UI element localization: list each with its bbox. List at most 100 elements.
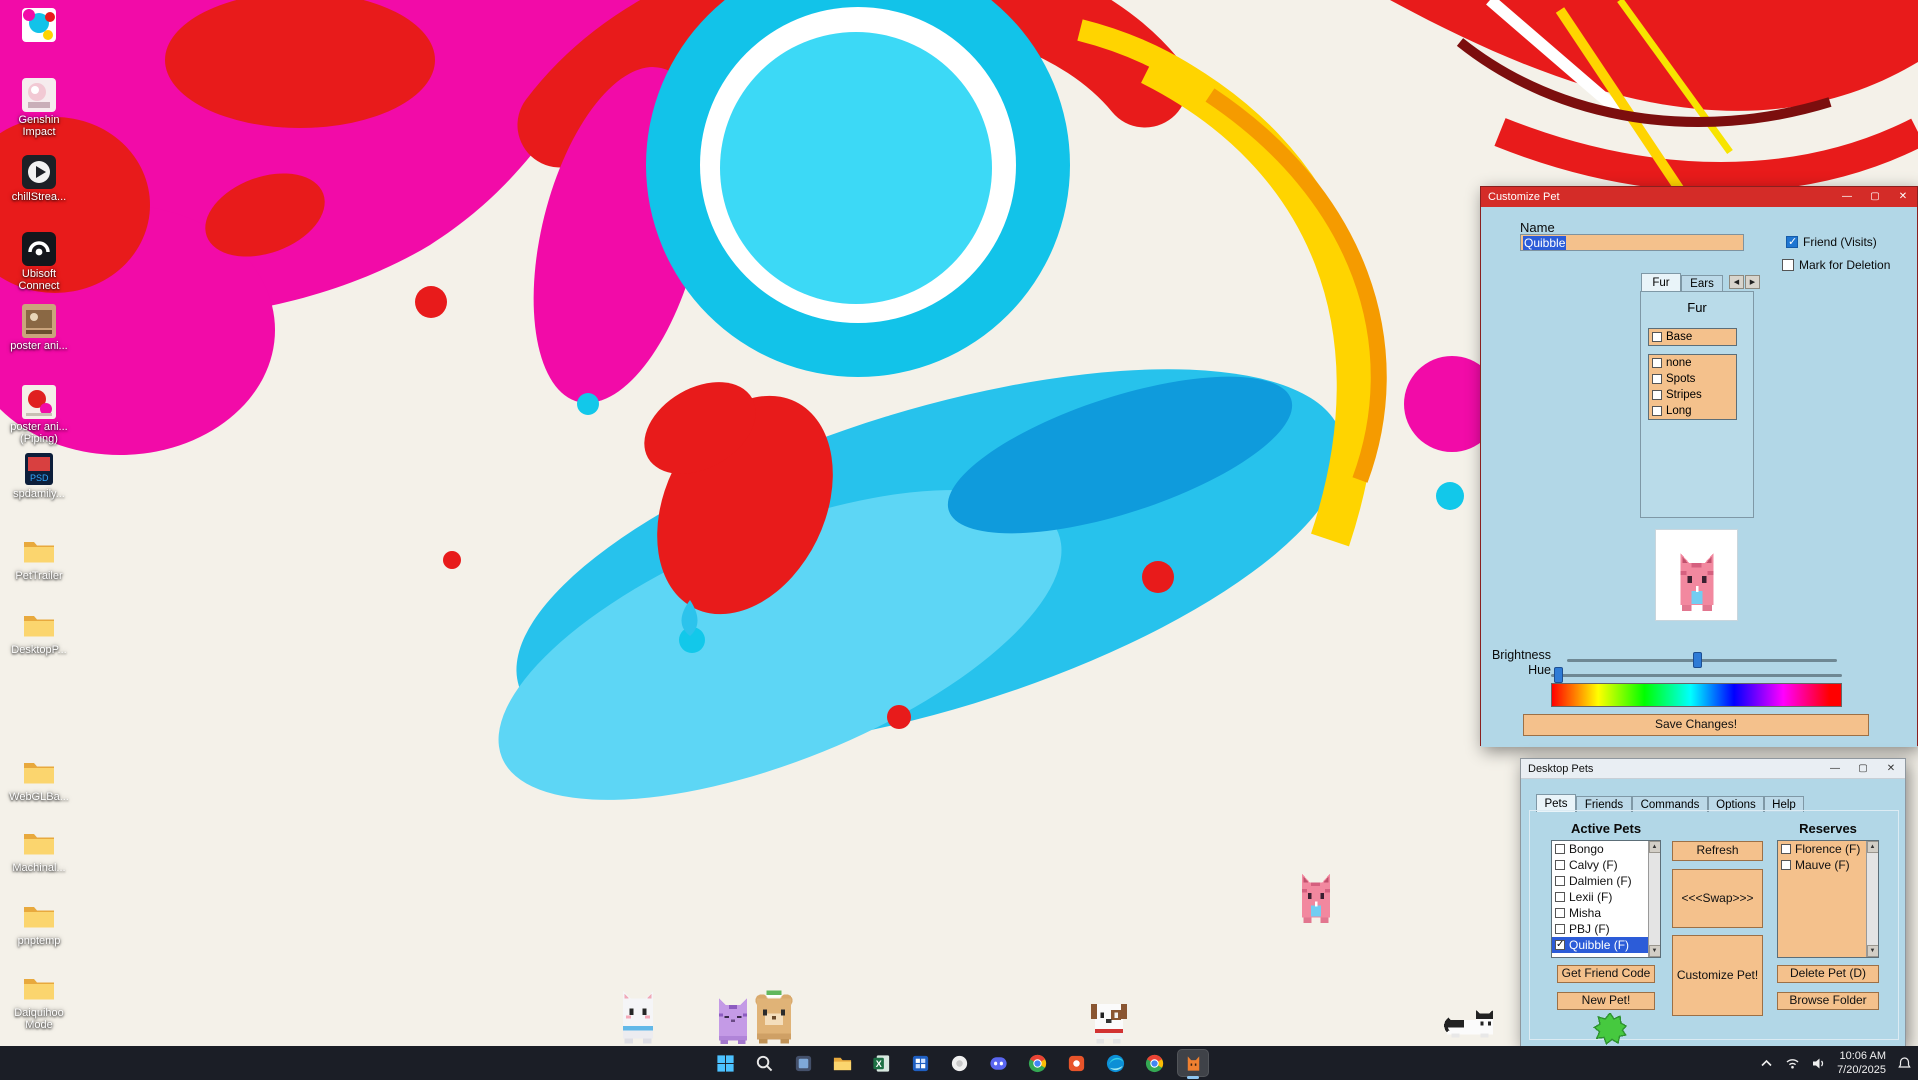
desktop-pet-dog[interactable] [1089,997,1129,1044]
list-item[interactable]: PBJ (F) [1552,921,1648,937]
list-item[interactable]: Calvy (F) [1552,857,1648,873]
list-item[interactable]: Lexii (F) [1552,889,1648,905]
desktop-icon-ubisoft[interactable]: Ubisoft Connect [2,232,76,293]
friend-visits-checkbox-row[interactable]: Friend (Visits) [1786,235,1877,249]
scrollbar[interactable]: ▲ ▼ [1648,841,1660,957]
save-changes-button[interactable]: Save Changes! [1523,714,1869,736]
desktop-pet-white-cat[interactable] [618,988,658,1044]
notification-bell-icon[interactable] [1897,1056,1912,1071]
checkbox[interactable] [1555,892,1565,902]
list-item[interactable]: Base [1649,329,1736,345]
white-app-icon[interactable] [943,1049,975,1077]
search-icon[interactable] [748,1049,780,1077]
chrome-profile-icon[interactable] [1138,1049,1170,1077]
list-item[interactable]: Misha [1552,905,1648,921]
desktop-icon-machinal[interactable]: Machinal... [2,826,76,874]
desktop-icon-poster-ani-piping[interactable]: poster ani... (Piping) [2,385,76,446]
volume-icon[interactable] [1811,1056,1826,1071]
scroll-down-icon[interactable]: ▼ [1867,945,1879,957]
file-explorer-icon[interactable] [826,1049,858,1077]
base-option-list[interactable]: Base [1648,328,1737,346]
list-item[interactable]: Bongo [1552,841,1648,857]
brightness-slider-thumb[interactable] [1693,652,1702,668]
start-button[interactable] [709,1049,741,1077]
get-friend-code-button[interactable]: Get Friend Code [1557,965,1655,983]
checkbox[interactable] [1781,844,1791,854]
list-item[interactable]: Long [1649,403,1736,419]
desktop-pet-purple-cat[interactable] [714,997,752,1044]
delete-pet-button[interactable]: Delete Pet (D) [1777,965,1879,983]
friend-checkbox[interactable] [1786,236,1798,248]
pets-window-titlebar[interactable]: Desktop Pets — ▢ ✕ [1521,759,1905,779]
desktop-icon-chillstrea[interactable]: chillStrea... [2,155,76,203]
hue-gradient-bar[interactable] [1551,683,1842,707]
checkbox[interactable] [1652,358,1662,368]
desktop-icon-poster-ani[interactable]: poster ani... [2,304,76,352]
checkbox[interactable] [1652,332,1662,342]
checkbox[interactable] [1555,860,1565,870]
desktop-pet-tuxedo-cat[interactable] [1443,1005,1497,1043]
desktop-icon-daiquihoo[interactable]: Daiquihoo Mode [2,971,76,1032]
swap-button[interactable]: <<<Swap>>> [1672,869,1763,928]
wifi-icon[interactable] [1785,1056,1800,1071]
mark-deletion-checkbox-row[interactable]: Mark for Deletion [1782,258,1890,272]
reserves-list[interactable]: Florence (F) Mauve (F) ▲ ▼ [1777,840,1879,958]
refresh-button[interactable]: Refresh [1672,841,1763,861]
scrollbar[interactable]: ▲ ▼ [1866,841,1878,957]
checkbox[interactable] [1652,374,1662,384]
hue-slider-thumb[interactable] [1554,667,1563,683]
scroll-up-icon[interactable]: ▲ [1867,841,1879,853]
tab-fur[interactable]: Fur [1641,273,1681,291]
desktop-pet-green-blob[interactable] [1593,1013,1627,1045]
tray-chevron-icon[interactable] [1759,1056,1774,1071]
customize-pet-button[interactable]: Customize Pet! [1672,935,1763,1016]
desktop-icon-genshin[interactable]: Genshin Impact [2,78,76,139]
list-item[interactable]: none [1649,355,1736,371]
edge-icon[interactable] [1099,1049,1131,1077]
list-item[interactable]: Dalmien (F) [1552,873,1648,889]
maximize-icon[interactable]: ▢ [1849,759,1877,778]
desktop-icon-webglba[interactable]: WebGLBa... [2,755,76,803]
minimize-icon[interactable]: — [1833,187,1861,207]
list-item[interactable]: Mauve (F) [1778,857,1866,873]
checkbox[interactable] [1781,860,1791,870]
hue-slider[interactable] [1551,674,1842,677]
chrome-icon[interactable] [1021,1049,1053,1077]
widgets-app-icon[interactable] [787,1049,819,1077]
desktop-icon-pettrailer[interactable]: PetTrailer [2,534,76,582]
desktop-pet-quibble[interactable] [1297,871,1335,927]
list-item-selected[interactable]: Quibble (F) [1552,937,1648,953]
active-pets-list[interactable]: Bongo Calvy (F) Dalmien (F) Lexii (F) Mi… [1551,840,1661,958]
tab-ears[interactable]: Ears [1681,275,1723,291]
office-app-icon[interactable] [904,1049,936,1077]
scroll-up-icon[interactable]: ▲ [1649,841,1661,853]
brightness-slider[interactable] [1567,659,1837,662]
checkbox[interactable] [1652,406,1662,416]
scroll-down-icon[interactable]: ▼ [1649,945,1661,957]
pet-name-input[interactable]: Quibble [1520,234,1744,251]
taskbar-clock[interactable]: 10:06 AM 7/20/2025 [1837,1049,1886,1078]
new-pet-button[interactable]: New Pet! [1557,992,1655,1010]
browse-folder-button[interactable]: Browse Folder [1777,992,1879,1010]
customize-window-titlebar[interactable]: Customize Pet — ▢ ✕ [1481,187,1917,207]
minimize-icon[interactable]: — [1821,759,1849,778]
desktop-pets-app-icon[interactable] [1177,1049,1209,1077]
desktop-icon-pnptemp[interactable]: pnptemp [2,899,76,947]
list-item[interactable]: Florence (F) [1778,841,1866,857]
list-item[interactable]: Spots [1649,371,1736,387]
checkbox[interactable] [1555,844,1565,854]
fur-options-list[interactable]: none Spots Stripes Long [1648,354,1737,420]
orange-app-icon[interactable] [1060,1049,1092,1077]
desktop-icon-spdamily[interactable]: PSD spdamily... [2,452,76,500]
desktop-icon-desktopp[interactable]: DesktopP... [2,608,76,656]
close-icon[interactable]: ✕ [1889,187,1917,207]
checkbox[interactable] [1555,876,1565,886]
tab-scroll-right-icon[interactable]: ▶ [1745,275,1760,289]
checkbox[interactable] [1555,940,1565,950]
checkbox[interactable] [1555,908,1565,918]
desktop-pet-tan-bear[interactable] [752,989,796,1044]
checkbox[interactable] [1652,390,1662,400]
maximize-icon[interactable]: ▢ [1861,187,1889,207]
discord-icon[interactable] [982,1049,1014,1077]
excel-icon[interactable]: X [865,1049,897,1077]
